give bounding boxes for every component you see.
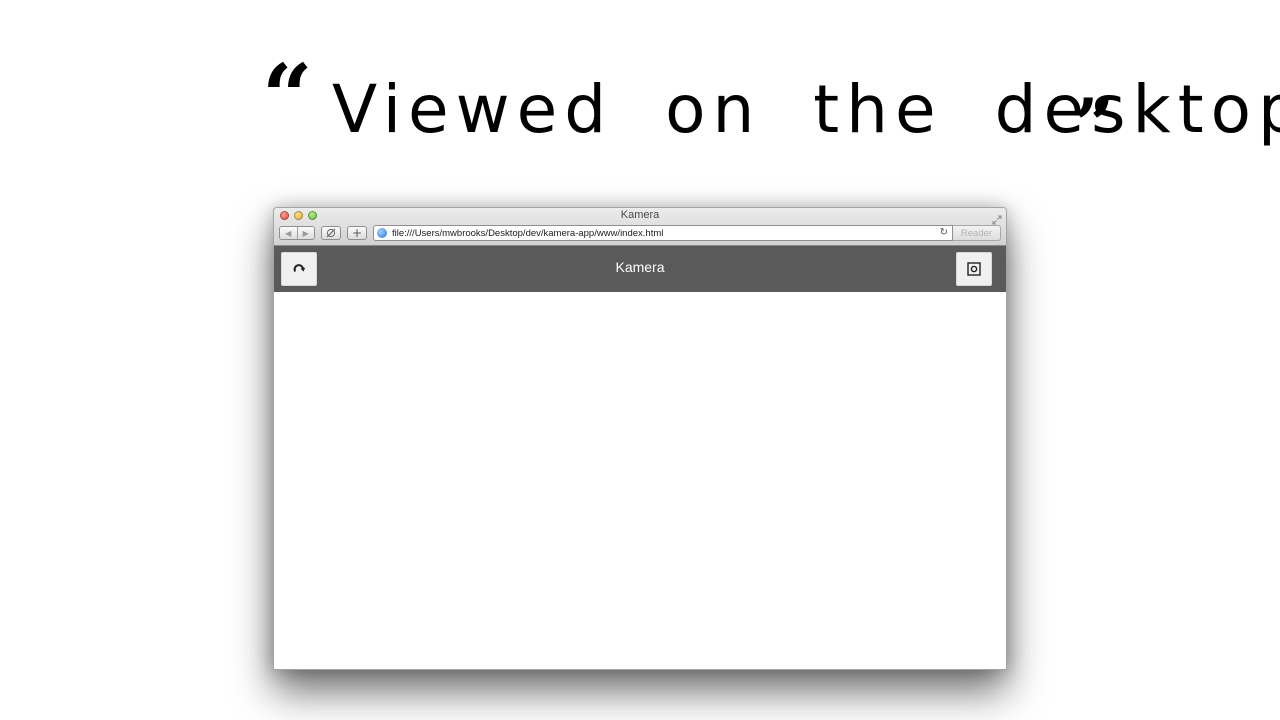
browser-chrome: Kamera ◀ ▶ + file:///Users/mwbrooks/Desk… [274, 208, 1006, 246]
window-title: Kamera [620, 209, 660, 221]
reader-button[interactable]: Reader [953, 225, 1001, 241]
back-icon[interactable]: ◀ [280, 227, 297, 239]
quote-text: Viewed on the desktop. [332, 71, 1280, 148]
app-header: Kamera [274, 246, 1006, 292]
capture-button[interactable] [956, 252, 992, 286]
open-quote-mark: “ [262, 44, 313, 148]
fullscreen-icon[interactable] [992, 210, 1002, 225]
address-bar[interactable]: file:///Users/mwbrooks/Desktop/dev/kamer… [373, 225, 953, 241]
reload-icon[interactable]: ↻ [940, 227, 948, 238]
close-quote-mark: ” [1074, 83, 1115, 166]
forward-icon[interactable]: ▶ [296, 227, 314, 239]
share-icon[interactable] [321, 226, 341, 240]
url-text[interactable]: file:///Users/mwbrooks/Desktop/dev/kamer… [392, 228, 663, 239]
camera-shutter-icon [967, 262, 981, 276]
back-forward-group: ◀ ▶ [279, 226, 315, 240]
globe-icon [377, 228, 387, 238]
slide: “ Viewed on the desktop. ” Kamera ◀ ▶ + … [0, 0, 1280, 720]
app-title: Kamera [615, 259, 665, 275]
browser-window: Kamera ◀ ▶ + file:///Users/mwbrooks/Desk… [273, 207, 1007, 670]
browser-toolbar: ◀ ▶ + file:///Users/mwbrooks/Desktop/dev… [279, 225, 1001, 241]
add-tab-icon[interactable]: + [347, 226, 367, 240]
app-body [274, 292, 1006, 669]
handwritten-quote: “ Viewed on the desktop. ” [262, 44, 1280, 192]
